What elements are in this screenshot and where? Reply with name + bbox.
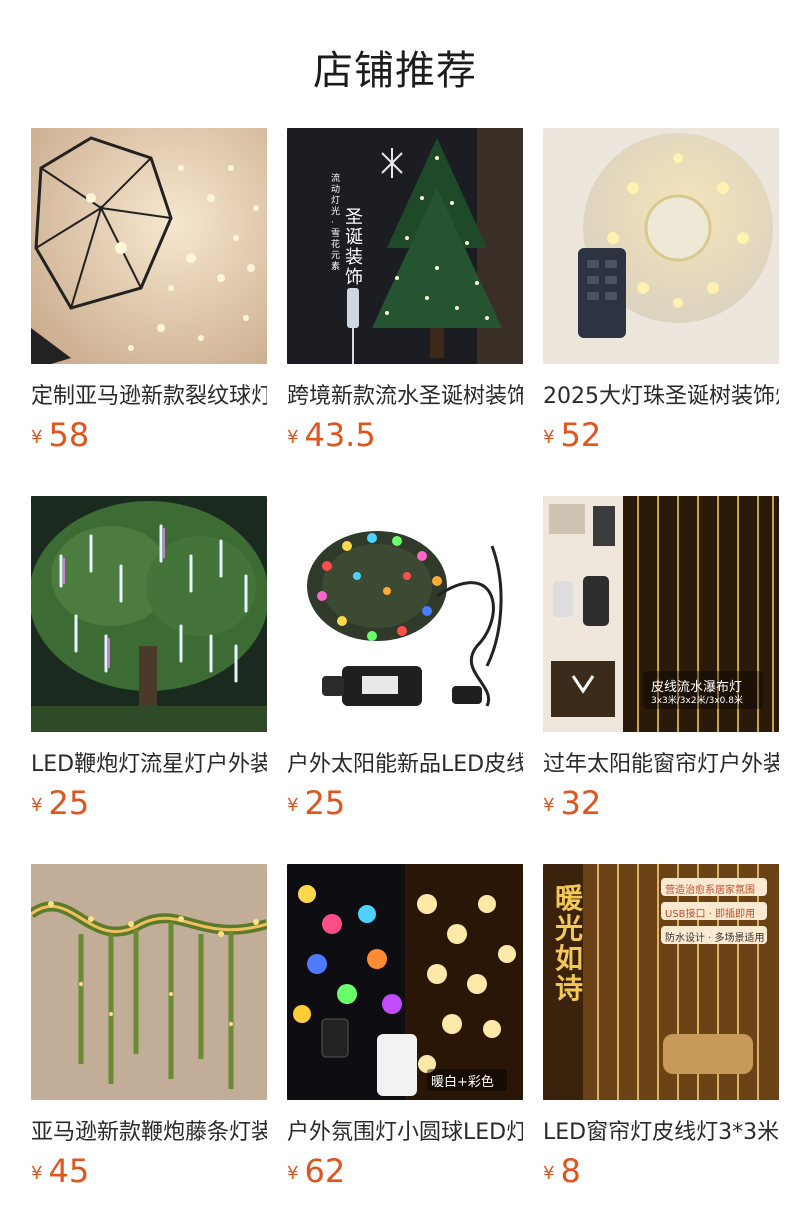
product-price: ¥45	[31, 1152, 267, 1190]
globe-ball-lights-image	[287, 864, 523, 1100]
image-overlay-text: 暖光如诗	[555, 882, 584, 1005]
product-name: LED窗帘灯皮线灯3*3米装饰	[543, 1120, 779, 1145]
price-amount: 43.5	[304, 416, 376, 454]
product-price: ¥62	[287, 1152, 523, 1190]
image-overlay-text: 圣诞装饰	[345, 207, 363, 288]
product-name: 2025大灯珠圣诞树装饰灯串	[543, 384, 779, 409]
currency-symbol: ¥	[543, 427, 555, 448]
light-reel-with-remote-image	[543, 128, 779, 364]
price-amount: 45	[48, 1152, 90, 1190]
crackle-ball-lights-image	[31, 128, 267, 364]
product-card[interactable]: 暖白+彩色 户外氛围灯小圆球LED灯串 ¥62	[287, 864, 523, 1204]
price-amount: 32	[560, 784, 602, 822]
currency-symbol: ¥	[287, 427, 299, 448]
product-name: 跨境新款流水圣诞树装饰灯	[287, 384, 523, 409]
product-price: ¥52	[543, 416, 779, 454]
price-amount: 25	[48, 784, 90, 822]
price-amount: 62	[304, 1152, 346, 1190]
currency-symbol: ¥	[287, 795, 299, 816]
product-image[interactable]	[31, 128, 267, 364]
currency-symbol: ¥	[543, 1163, 555, 1184]
currency-symbol: ¥	[543, 795, 555, 816]
product-image[interactable]	[287, 496, 523, 732]
product-image[interactable]	[31, 864, 267, 1100]
product-name: LED鞭炮灯流星灯户外装饰	[31, 752, 267, 777]
product-image[interactable]: 圣诞装饰 流动灯光 · 雪花元素	[287, 128, 523, 364]
product-card[interactable]: 圣诞装饰 流动灯光 · 雪花元素 跨境新款流水圣诞树装饰灯 ¥43.5	[287, 128, 523, 468]
image-overlay-text: 暖白+彩色	[431, 1075, 494, 1090]
currency-symbol: ¥	[31, 1163, 43, 1184]
product-image[interactable]	[31, 496, 267, 732]
product-image[interactable]: 暖光如诗 营造治愈系居家氛围 USB接口 · 即插即用 防水设计 · 多场景适用	[543, 864, 779, 1100]
product-name: 亚马逊新款鞭炮藤条灯装饰	[31, 1120, 267, 1145]
price-amount: 58	[48, 416, 90, 454]
product-image[interactable]	[543, 128, 779, 364]
product-price: ¥43.5	[287, 416, 523, 454]
product-card[interactable]: 亚马逊新款鞭炮藤条灯装饰 ¥45	[31, 864, 267, 1204]
product-card[interactable]: 皮线流水瀑布灯 3x3米/3x2米/3x0.8米 过年太阳能窗帘灯户外装饰 ¥3…	[543, 496, 779, 836]
currency-symbol: ¥	[31, 427, 43, 448]
page-title: 店铺推荐	[313, 48, 477, 94]
product-price: ¥25	[31, 784, 267, 822]
price-amount: 25	[304, 784, 346, 822]
price-amount: 8	[560, 1152, 581, 1190]
product-card[interactable]: 2025大灯珠圣诞树装饰灯串 ¥52	[543, 128, 779, 468]
image-tag: 营造治愈系居家氛围	[665, 885, 755, 896]
product-card[interactable]: LED鞭炮灯流星灯户外装饰 ¥25	[31, 496, 267, 836]
christmas-tree-lights-image	[287, 128, 523, 364]
product-price: ¥32	[543, 784, 779, 822]
currency-symbol: ¥	[31, 795, 43, 816]
product-price: ¥25	[287, 784, 523, 822]
product-price: ¥58	[31, 416, 267, 454]
multicolor-wire-lights-image	[287, 496, 523, 732]
product-image[interactable]: 暖白+彩色	[287, 864, 523, 1100]
product-name: 定制亚马逊新款裂纹球灯串	[31, 384, 267, 409]
price-amount: 52	[560, 416, 602, 454]
store-recommendations-page: 店铺推荐 定制亚马逊新款裂纹球灯 ¥ 58 圣诞装饰 流动灯光 · 雪花元素 跨…	[0, 0, 790, 1232]
product-price: ¥8	[543, 1152, 779, 1190]
image-tag: USB接口 · 即插即用	[665, 909, 756, 920]
product-card[interactable]: 户外太阳能新品LED皮线灯 ¥25	[287, 496, 523, 836]
meteor-tree-lights-image	[31, 496, 267, 732]
product-name: 过年太阳能窗帘灯户外装饰	[543, 752, 779, 777]
product-card[interactable]: 暖光如诗 营造治愈系居家氛围 USB接口 · 即插即用 防水设计 · 多场景适用…	[543, 864, 779, 1204]
image-overlay-side-text: 流动灯光 · 雪花元素	[331, 174, 341, 272]
image-overlay-sub-text: 3x3米/3x2米/3x0.8米	[651, 696, 743, 706]
vine-firecracker-lights-image	[31, 864, 267, 1100]
product-name: 户外氛围灯小圆球LED灯串	[287, 1120, 523, 1145]
product-name: 户外太阳能新品LED皮线灯	[287, 752, 523, 777]
product-card[interactable]: 定制亚马逊新款裂纹球灯串 ¥58	[31, 128, 267, 468]
product-image[interactable]: 皮线流水瀑布灯 3x3米/3x2米/3x0.8米	[543, 496, 779, 732]
currency-symbol: ¥	[287, 1163, 299, 1184]
image-tag: 防水设计 · 多场景适用	[665, 933, 765, 944]
